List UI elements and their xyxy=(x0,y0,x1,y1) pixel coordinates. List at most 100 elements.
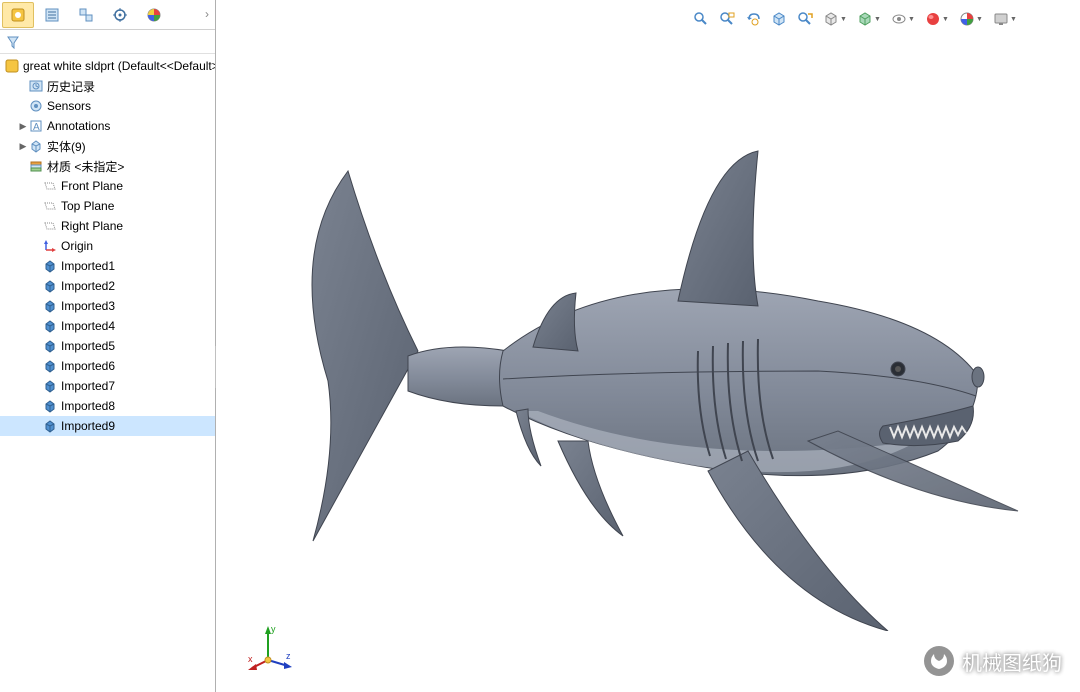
part-icon xyxy=(4,58,20,74)
import-icon xyxy=(42,378,58,394)
tab-feature-manager[interactable] xyxy=(2,2,34,28)
feature-tree-panel: › great white sldprt (Default<<Default> … xyxy=(0,0,216,692)
chevron-down-icon: ▼ xyxy=(908,16,915,23)
property-manager-icon xyxy=(44,7,60,23)
annotation-icon: A xyxy=(28,118,44,134)
material-icon xyxy=(28,158,44,174)
tree-item-label: Imported8 xyxy=(61,399,115,413)
tree-item[interactable]: Top Plane xyxy=(0,196,215,216)
scene-button[interactable]: ▼ xyxy=(956,8,986,30)
tree-item[interactable]: 历史记录 xyxy=(0,76,215,96)
watermark-text: 机械图纸狗 xyxy=(962,647,1062,676)
config-manager-icon xyxy=(78,7,94,23)
import-icon xyxy=(42,418,58,434)
import-icon xyxy=(42,398,58,414)
view-toolbar: ▼ ▼ ▼ ▼ ▼ ▼ xyxy=(690,8,1020,30)
panel-expand-arrow[interactable]: › xyxy=(205,7,209,21)
shark-model-icon xyxy=(278,71,1038,631)
tree-item[interactable]: 材质 <未指定> xyxy=(0,156,215,176)
history-icon xyxy=(28,78,44,94)
tree-item-label: 材质 <未指定> xyxy=(47,158,124,175)
plane-icon xyxy=(42,218,58,234)
tree-item-label: Imported5 xyxy=(61,339,115,353)
tree-item[interactable]: ▶ A Annotations xyxy=(0,116,215,136)
tree-item-label: Imported9 xyxy=(61,419,115,433)
import-icon xyxy=(42,278,58,294)
section-icon xyxy=(771,11,787,27)
tree-item-label: Origin xyxy=(61,239,93,253)
chevron-down-icon: ▼ xyxy=(1010,16,1017,23)
feature-manager-icon xyxy=(10,7,26,23)
origin-icon xyxy=(42,238,58,254)
hide-show-types-button[interactable]: ▼ xyxy=(888,8,918,30)
tree-item-label: Annotations xyxy=(47,119,110,133)
tree-item-label: Sensors xyxy=(47,99,91,113)
hide-show-button[interactable]: ▼ xyxy=(854,8,884,30)
tree-item-label: 实体(9) xyxy=(47,138,86,155)
tree-caret[interactable]: ▶ xyxy=(18,121,28,132)
tree-item[interactable]: Imported1 xyxy=(0,256,215,276)
tree-item-label: Imported3 xyxy=(61,299,115,313)
tree-item[interactable]: Sensors xyxy=(0,96,215,116)
chevron-down-icon: ▼ xyxy=(942,16,949,23)
view-orient-button[interactable] xyxy=(794,8,816,30)
plane-icon xyxy=(42,198,58,214)
tree-item[interactable]: Right Plane xyxy=(0,216,215,236)
tree-item[interactable]: Imported5 xyxy=(0,336,215,356)
zoom-area-icon xyxy=(719,11,735,27)
filter-row xyxy=(0,30,215,54)
render-icon xyxy=(993,11,1009,27)
tree-item[interactable]: Imported7 xyxy=(0,376,215,396)
tree-item[interactable]: Imported3 xyxy=(0,296,215,316)
dimxpert-icon xyxy=(112,7,128,23)
tree-root[interactable]: great white sldprt (Default<<Default> xyxy=(0,56,215,76)
import-icon xyxy=(42,258,58,274)
tab-display-manager[interactable] xyxy=(138,2,170,28)
prev-view-button[interactable] xyxy=(742,8,764,30)
tree-item-label: 历史记录 xyxy=(47,78,95,95)
triad-x-label: x xyxy=(248,654,253,664)
render-button[interactable]: ▼ xyxy=(990,8,1020,30)
tab-config-manager[interactable] xyxy=(70,2,102,28)
tree-item[interactable]: Imported4 xyxy=(0,316,215,336)
tab-property-manager[interactable] xyxy=(36,2,68,28)
tree-caret[interactable]: ▶ xyxy=(18,141,28,152)
triad-z-label: z xyxy=(286,651,291,661)
sensor-icon xyxy=(28,98,44,114)
tab-dimxpert[interactable] xyxy=(104,2,136,28)
display-style-button[interactable]: ▼ xyxy=(820,8,850,30)
watermark-icon xyxy=(924,646,954,676)
section-button[interactable] xyxy=(768,8,790,30)
solid-icon xyxy=(28,138,44,154)
viewport-3d[interactable]: ▼ ▼ ▼ ▼ ▼ ▼ xyxy=(216,0,1080,692)
tree-item[interactable]: Imported8 xyxy=(0,396,215,416)
tree-item[interactable]: Imported6 xyxy=(0,356,215,376)
chevron-down-icon: ▼ xyxy=(874,16,881,23)
import-icon xyxy=(42,358,58,374)
tree-root-label: great white sldprt (Default<<Default> xyxy=(23,59,215,73)
model-render xyxy=(266,70,1050,632)
feature-tree[interactable]: great white sldprt (Default<<Default> 历史… xyxy=(0,54,215,692)
tree-item-label: Imported4 xyxy=(61,319,115,333)
scene-icon xyxy=(959,11,975,27)
tree-item-label: Front Plane xyxy=(61,179,123,193)
triad-y-label: y xyxy=(271,624,276,634)
chevron-down-icon: ▼ xyxy=(976,16,983,23)
tree-item[interactable]: Imported9 xyxy=(0,416,215,436)
svg-text:A: A xyxy=(33,122,40,133)
tree-item[interactable]: Imported2 xyxy=(0,276,215,296)
prev-view-icon xyxy=(745,11,761,27)
zoom-fit-button[interactable] xyxy=(690,8,712,30)
filter-icon[interactable] xyxy=(6,35,20,49)
zoom-area-button[interactable] xyxy=(716,8,738,30)
tree-item-label: Top Plane xyxy=(61,199,114,213)
tree-item-label: Imported7 xyxy=(61,379,115,393)
tree-item[interactable]: Front Plane xyxy=(0,176,215,196)
appearance-button[interactable]: ▼ xyxy=(922,8,952,30)
panel-tabs: › xyxy=(0,0,215,30)
orientation-triad[interactable]: y x z xyxy=(246,622,296,672)
eye-icon xyxy=(891,11,907,27)
import-icon xyxy=(42,318,58,334)
tree-item[interactable]: Origin xyxy=(0,236,215,256)
tree-item[interactable]: ▶ 实体(9) xyxy=(0,136,215,156)
